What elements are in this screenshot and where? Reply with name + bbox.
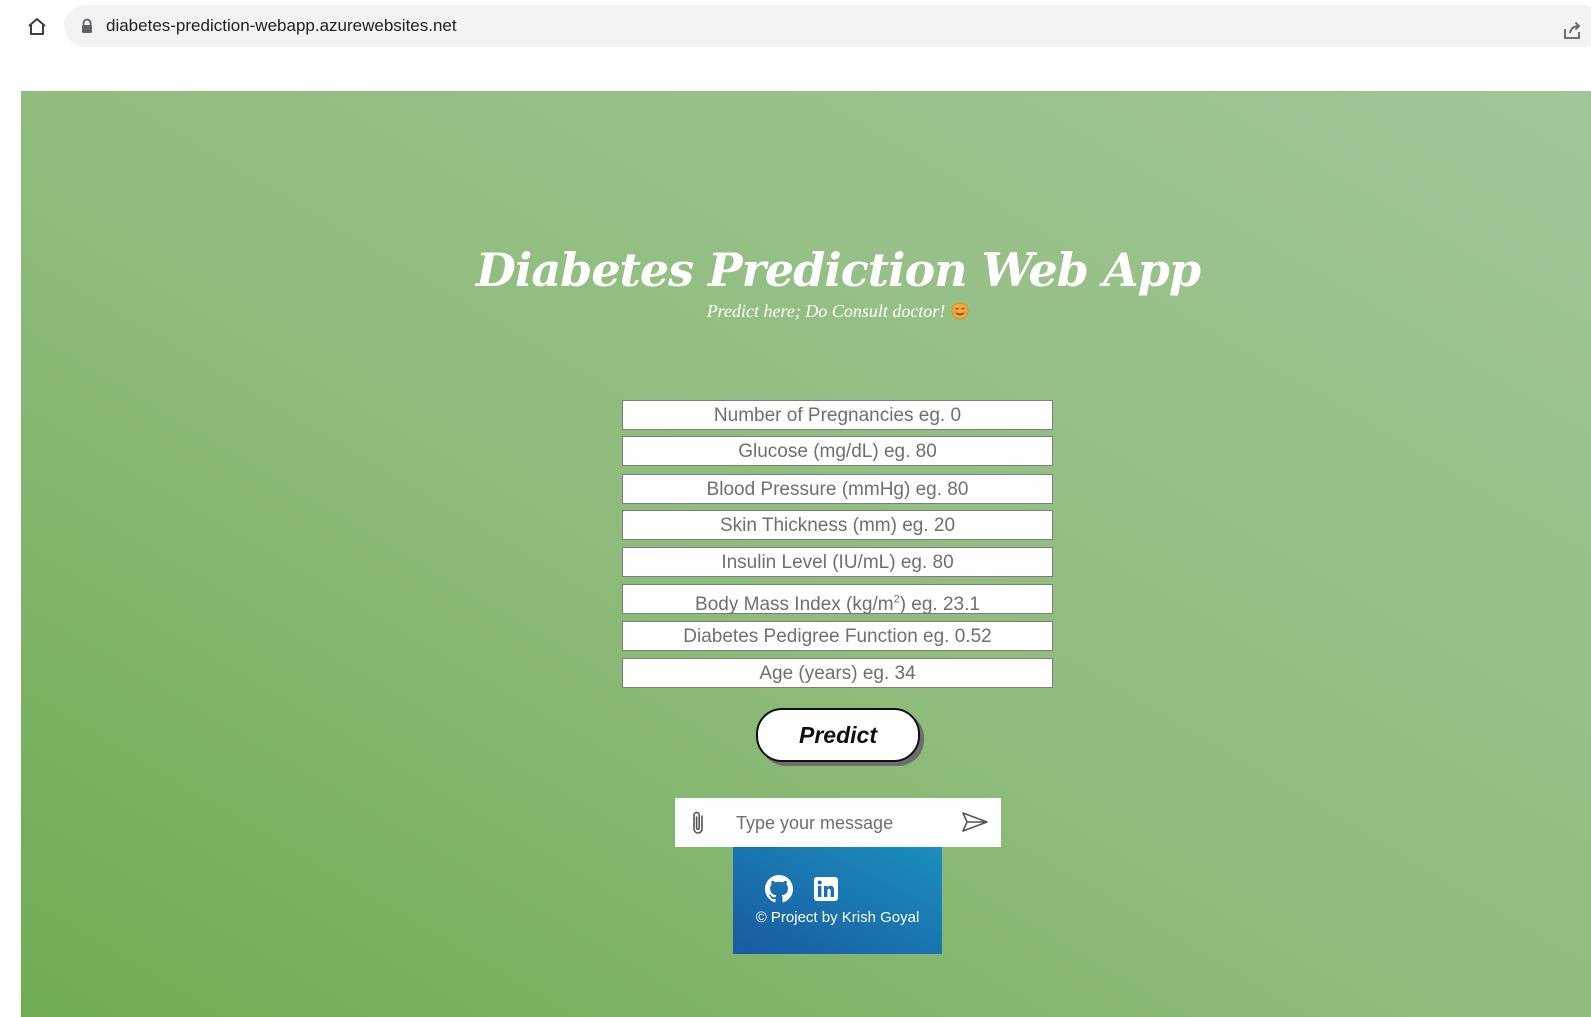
message-bar: Type your message	[675, 798, 1001, 847]
message-input[interactable]: Type your message	[736, 813, 893, 834]
address-bar[interactable]: diabetes-prediction-webapp.azurewebsites…	[64, 5, 1591, 47]
predict-button[interactable]: Predict	[756, 708, 920, 762]
bmi-placeholder: Body Mass Index (kg/m2) eg. 23.1	[695, 594, 980, 615]
copyright-text: © Project by Krish Goyal	[755, 909, 920, 926]
browser-toolbar: diabetes-prediction-webapp.azurewebsites…	[0, 0, 1591, 54]
bookmarks-bar	[0, 54, 1591, 91]
insulin-placeholder: Insulin Level (IU/mL) eg. 80	[721, 552, 954, 573]
insulin-input[interactable]: Insulin Level (IU/mL) eg. 80	[622, 547, 1053, 577]
page-title: Diabetes Prediction Web App	[475, 243, 1201, 297]
glucose-placeholder: Glucose (mg/dL) eg. 80	[738, 441, 937, 462]
url-text[interactable]: diabetes-prediction-webapp.azurewebsites…	[106, 16, 457, 36]
blood-pressure-placeholder: Blood Pressure (mmHg) eg. 80	[706, 479, 969, 500]
footer: © Project by Krish Goyal	[733, 847, 942, 954]
skin-thickness-input[interactable]: Skin Thickness (mm) eg. 20	[622, 510, 1053, 540]
glucose-input[interactable]: Glucose (mg/dL) eg. 80	[622, 436, 1053, 466]
skin-thickness-placeholder: Skin Thickness (mm) eg. 20	[719, 515, 956, 536]
blood-pressure-input[interactable]: Blood Pressure (mmHg) eg. 80	[622, 474, 1053, 504]
page-subtitle: Predict here; Do Consult doctor!	[21, 301, 1591, 322]
pedigree-placeholder: Diabetes Pedigree Function eg. 0.52	[683, 626, 992, 647]
age-input[interactable]: Age (years) eg. 34	[622, 658, 1053, 688]
smiling-face-icon	[951, 302, 969, 320]
age-placeholder: Age (years) eg. 34	[759, 663, 916, 684]
page-content: Diabetes Prediction Web App Predict here…	[21, 91, 1591, 1017]
paperclip-icon[interactable]	[688, 809, 710, 837]
pregnancies-placeholder: Number of Pregnancies eg. 0	[713, 405, 962, 426]
lock-icon[interactable]	[80, 18, 94, 34]
send-icon[interactable]	[961, 811, 989, 833]
pregnancies-input[interactable]: Number of Pregnancies eg. 0	[622, 400, 1053, 430]
home-icon[interactable]	[24, 14, 50, 40]
bmi-placeholder-end: ) eg. 23.1	[899, 594, 980, 616]
linkedin-icon[interactable]	[814, 877, 838, 901]
pedigree-input[interactable]: Diabetes Pedigree Function eg. 0.52	[622, 621, 1053, 651]
github-icon[interactable]	[765, 875, 793, 903]
subtitle-text: Predict here; Do Consult doctor!	[706, 301, 946, 321]
bmi-placeholder-start: Body Mass Index (kg/m	[695, 594, 894, 616]
bmi-input[interactable]: Body Mass Index (kg/m2) eg. 23.1	[622, 584, 1053, 615]
share-icon[interactable]	[1561, 20, 1583, 42]
